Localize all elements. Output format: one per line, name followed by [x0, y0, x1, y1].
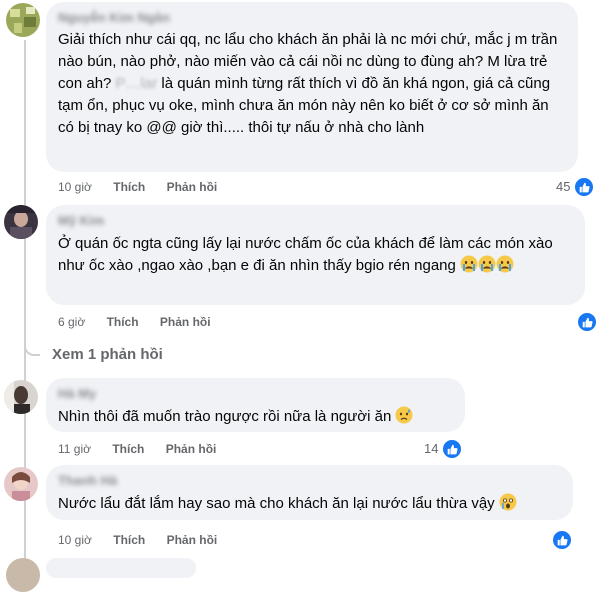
comment-text: Nước lẩu đắt lắm hay sao mà cho khách ăn…	[58, 493, 561, 518]
comment-time[interactable]: 11 giờ	[58, 441, 91, 457]
avatar[interactable]	[6, 558, 40, 592]
view-replies-link[interactable]: Xem 1 phản hồi	[52, 345, 163, 365]
comment-time[interactable]: 10 giờ	[58, 179, 92, 195]
comment-author[interactable]: Mỹ Kim	[58, 213, 573, 229]
avatar[interactable]	[4, 380, 38, 414]
like-button[interactable]: Thích	[113, 179, 145, 195]
comment-author[interactable]: Hà My	[58, 386, 453, 402]
avatar[interactable]	[4, 467, 38, 501]
reply-button[interactable]: Phản hồi	[166, 441, 217, 457]
comment-bubble: Mỹ Kim Ở quán ốc ngta cũng lấy lại nước …	[46, 205, 585, 305]
comment-text-body: Nhìn thôi đã muốn trào ngược rồi nữa là …	[58, 408, 392, 425]
comment-text: Nhìn thôi đã muốn trào ngược rồi nữa là …	[58, 406, 453, 431]
comment-text: Giải thích như cái qq, nc lẩu cho khách …	[58, 29, 566, 139]
comment-author[interactable]: Thanh Hà	[58, 473, 561, 489]
crying-face-icon	[496, 255, 514, 280]
comment-time[interactable]: 10 giờ	[58, 532, 92, 548]
comment-meta: 6 giờ Thích Phản hồi	[58, 314, 229, 330]
comment-bubble	[46, 558, 196, 578]
like-button[interactable]: Thích	[112, 441, 144, 457]
reply-button[interactable]: Phản hồi	[160, 314, 211, 330]
reaction-summary[interactable]: 45	[556, 176, 596, 198]
comment-meta: 11 giờ Thích Phản hồi	[58, 441, 234, 457]
reply-button[interactable]: Phản hồi	[167, 179, 218, 195]
reaction-count: 14	[424, 441, 439, 456]
comment-meta: 10 giờ Thích Phản hồi	[58, 532, 235, 548]
avatar[interactable]	[4, 205, 38, 239]
like-button[interactable]: Thích	[113, 532, 145, 548]
like-icon	[573, 176, 596, 198]
comment-time[interactable]: 6 giờ	[58, 314, 85, 330]
avatar[interactable]	[6, 3, 40, 37]
like-button[interactable]: Thích	[107, 314, 139, 330]
blurred-mention: P…lar	[115, 75, 158, 92]
shocked-face-icon	[499, 493, 517, 518]
comment-text-body: Nước lẩu đắt lắm hay sao mà cho khách ăn…	[58, 495, 495, 512]
like-icon	[551, 529, 573, 551]
comment-meta: 10 giờ Thích Phản hồi	[58, 179, 235, 195]
thread-elbow	[24, 330, 40, 356]
reaction-count: 45	[556, 179, 571, 194]
comment-author[interactable]: Nguyễn Kim Ngân	[58, 10, 566, 26]
crying-face-icon	[460, 255, 478, 280]
reaction-summary[interactable]	[551, 529, 573, 551]
like-icon	[576, 311, 598, 333]
comment-bubble: Hà My Nhìn thôi đã muốn trào ngược rồi n…	[46, 378, 465, 432]
reaction-summary[interactable]	[576, 311, 598, 333]
crying-face-icon	[478, 255, 496, 280]
reply-button[interactable]: Phản hồi	[167, 532, 218, 548]
sad-sweat-face-icon	[395, 406, 413, 431]
comment-bubble: Nguyễn Kim Ngân Giải thích như cái qq, n…	[46, 2, 578, 172]
like-icon	[441, 438, 464, 460]
comment-bubble: Thanh Hà Nước lẩu đắt lắm hay sao mà cho…	[46, 465, 573, 520]
reaction-summary[interactable]: 14	[424, 438, 464, 460]
comment-text: Ở quán ốc ngta cũng lấy lại nước chấm ốc…	[58, 233, 573, 280]
